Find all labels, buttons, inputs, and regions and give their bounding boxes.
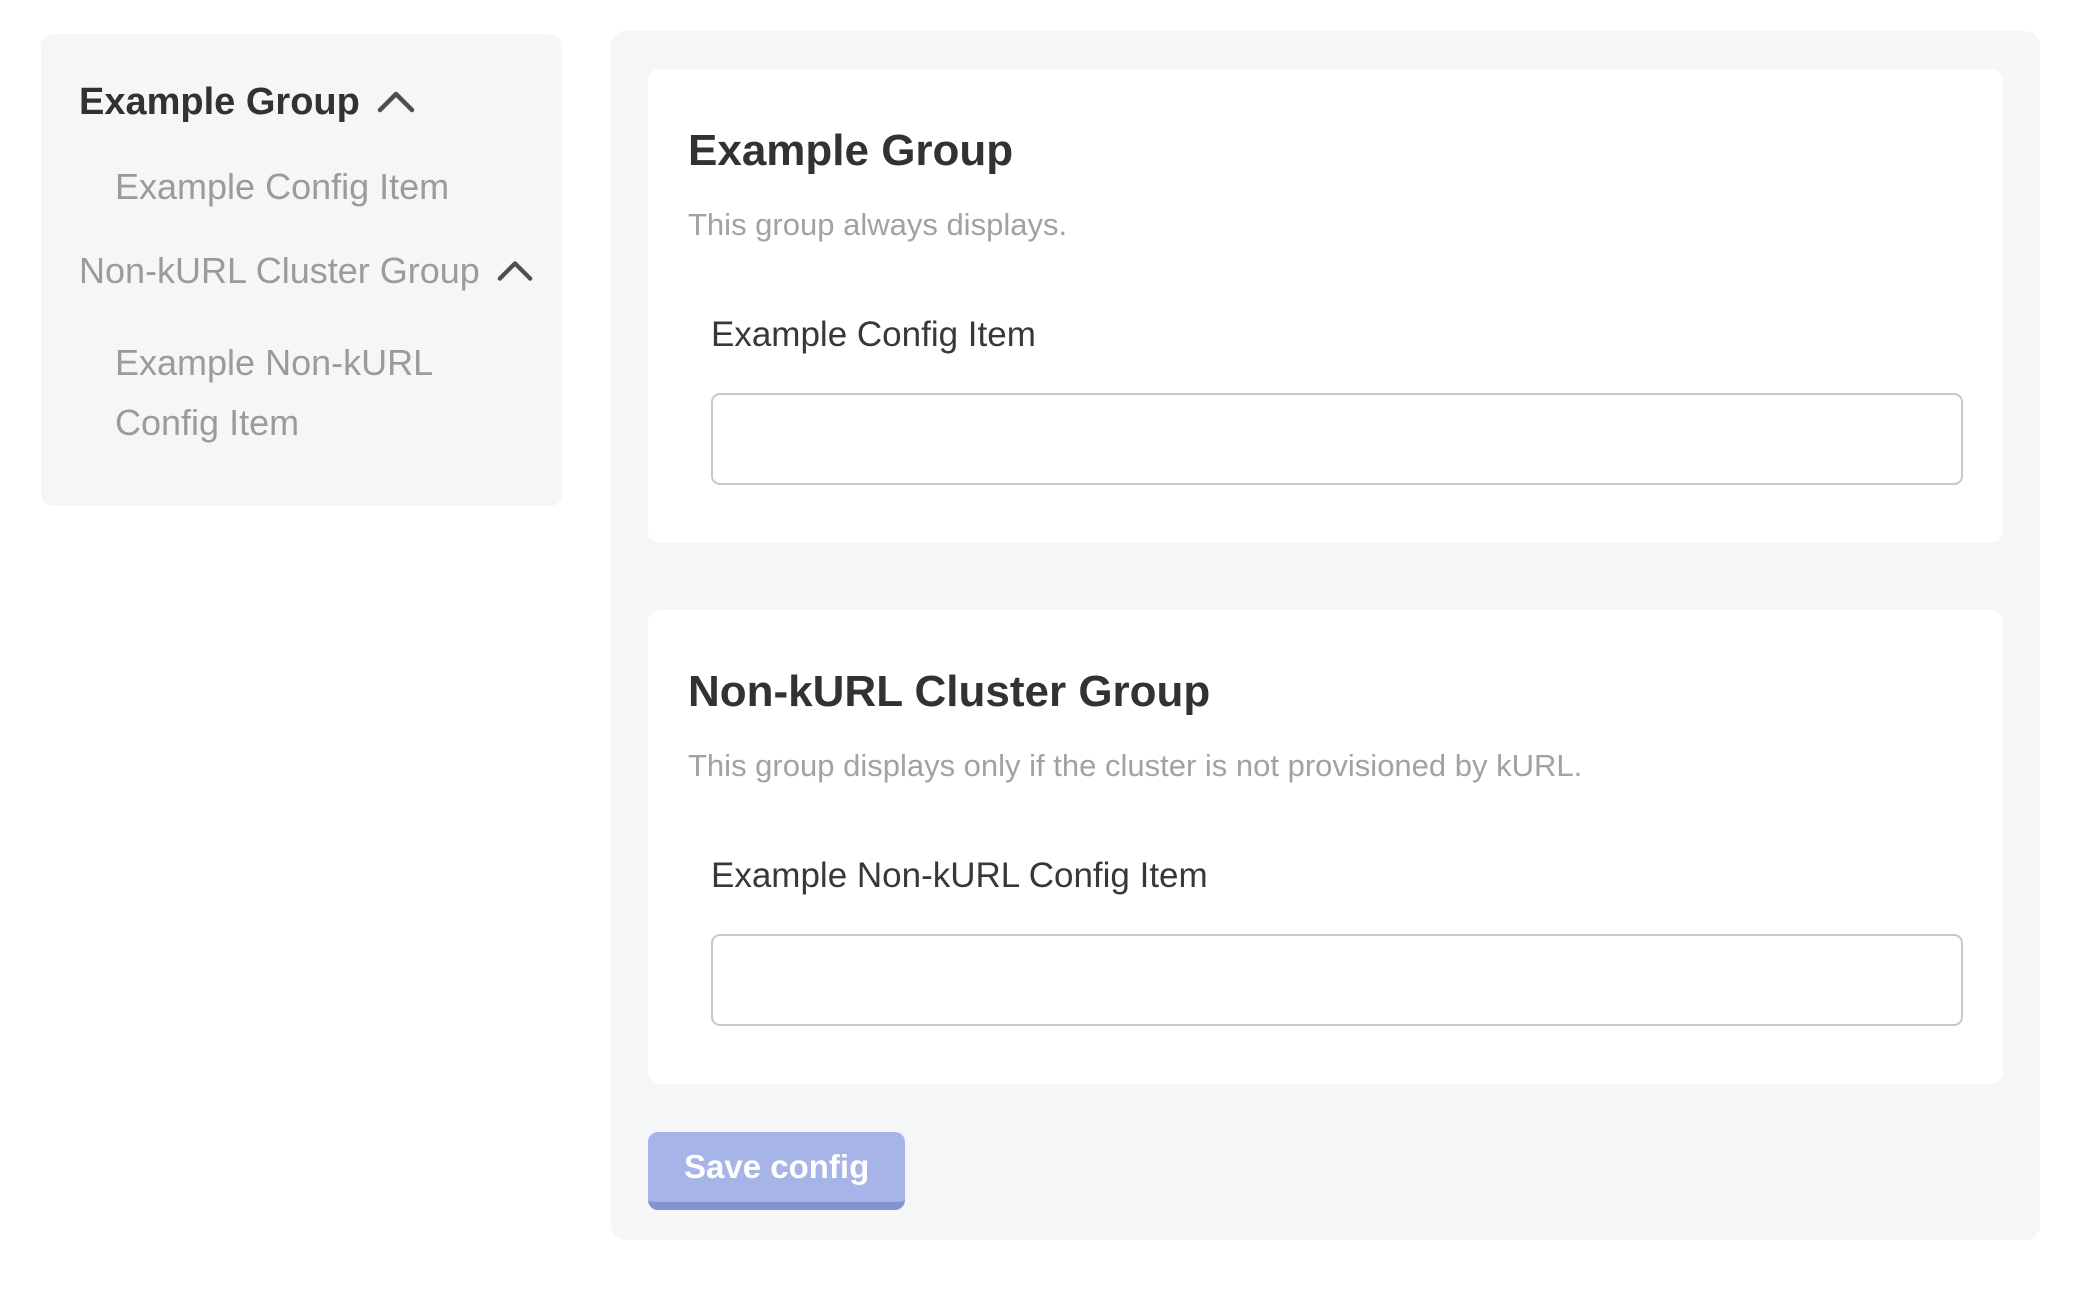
group-description: This group displays only if the cluster … <box>688 746 1963 786</box>
sidebar-group-label: Non-kURL Cluster Group <box>79 247 480 295</box>
sidebar-group-non-kurl-cluster-group[interactable]: Non-kURL Cluster Group <box>79 247 538 295</box>
sidebar-item-example-config-item[interactable]: Example Config Item <box>115 164 538 210</box>
chevron-up-icon <box>496 247 534 295</box>
config-item-label: Example Non-kURL Config Item <box>711 854 1963 898</box>
config-group-card-example-group: Example Group This group always displays… <box>648 69 2003 543</box>
config-item: Example Config Item <box>711 313 1963 485</box>
sidebar-item-example-non-kurl-config-item[interactable]: Example Non-kURL Config Item <box>115 333 445 453</box>
save-row: Save config <box>648 1132 2003 1210</box>
sidebar-group-label: Example Group <box>79 78 360 126</box>
example-non-kurl-config-item-input[interactable] <box>711 934 1963 1026</box>
group-title: Example Group <box>688 125 1963 177</box>
config-item: Example Non-kURL Config Item <box>711 854 1963 1026</box>
group-description: This group always displays. <box>688 205 1963 245</box>
group-title: Non-kURL Cluster Group <box>688 666 1963 718</box>
config-nav-sidebar: Example Group Example Config Item Non-kU… <box>41 34 562 506</box>
config-group-card-non-kurl-cluster-group: Non-kURL Cluster Group This group displa… <box>648 610 2003 1084</box>
config-main-panel: Example Group This group always displays… <box>611 31 2040 1240</box>
sidebar-group-example-group[interactable]: Example Group <box>79 78 538 126</box>
config-item-label: Example Config Item <box>711 313 1963 357</box>
chevron-up-icon <box>376 78 416 126</box>
example-config-item-input[interactable] <box>711 393 1963 485</box>
save-config-button[interactable]: Save config <box>648 1132 905 1210</box>
